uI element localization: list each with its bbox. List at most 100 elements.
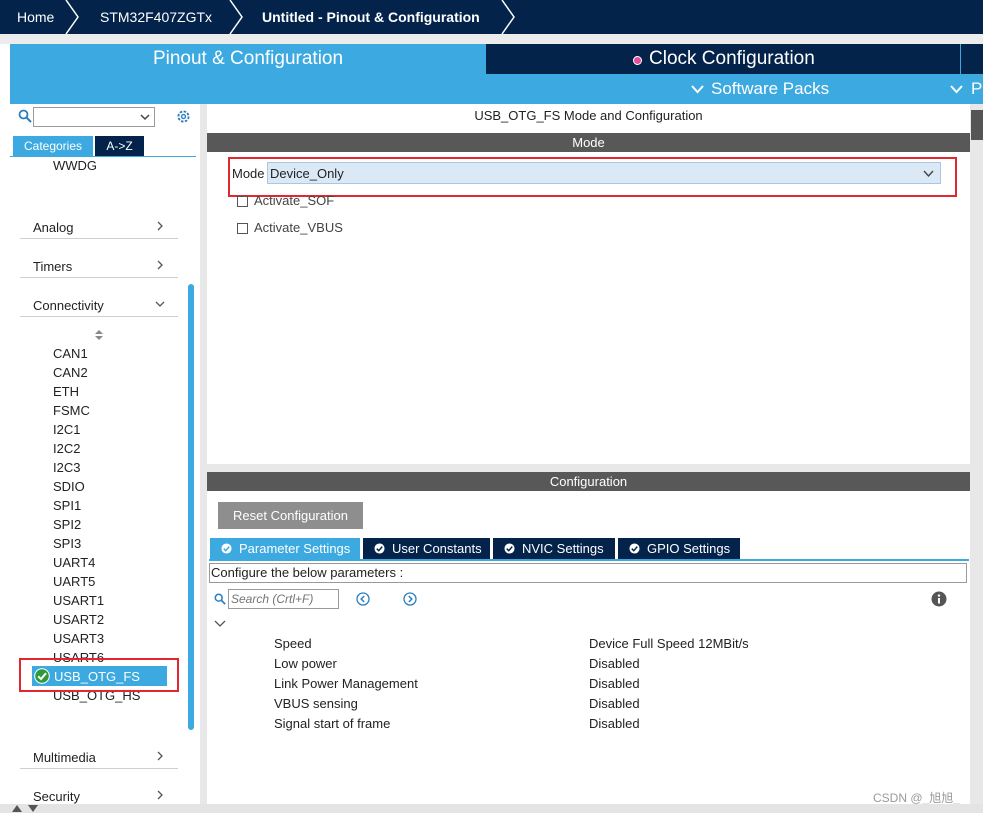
pinout-menu-partial[interactable]: P (971, 74, 982, 104)
highlight-box (19, 658, 179, 692)
category-analog[interactable]: Analog (33, 220, 73, 235)
divider (20, 316, 178, 317)
divider (20, 238, 178, 239)
check-circle-icon (221, 543, 232, 554)
category-timers[interactable]: Timers (33, 259, 72, 274)
breadcrumb-current[interactable]: Untitled - Pinout & Configuration (262, 0, 480, 34)
divider (20, 277, 178, 278)
list-item-wwdg[interactable]: WWDG (53, 156, 97, 175)
tab-gpio-settings[interactable]: GPIO Settings (618, 538, 740, 559)
param-value[interactable]: Disabled (589, 696, 640, 711)
category-connectivity[interactable]: Connectivity (33, 298, 104, 313)
collapse-handle[interactable] (971, 110, 983, 140)
param-name: Low power (274, 656, 337, 671)
tab-user-constants[interactable]: User Constants (363, 538, 490, 559)
activate-vbus-label: Activate_VBUS (254, 220, 343, 235)
list-item[interactable]: ETH (53, 382, 79, 401)
list-item[interactable]: USART3 (53, 629, 104, 648)
next-arrow-icon[interactable] (403, 592, 417, 606)
check-circle-icon (629, 543, 640, 554)
chevron-right-icon (229, 0, 243, 34)
tab-pinout-configuration[interactable]: Pinout & Configuration (10, 44, 486, 74)
activate-sof-label: Activate_SOF (254, 193, 335, 208)
category-security[interactable]: Security (33, 789, 80, 804)
chevron-right-icon (157, 751, 163, 761)
list-item[interactable]: SPI1 (53, 496, 81, 515)
tab-underline (209, 559, 969, 561)
page-title: USB_OTG_FS Mode and Configuration (474, 108, 703, 123)
tab-label: NVIC Settings (522, 541, 604, 556)
previous-arrow-icon[interactable] (356, 592, 370, 606)
bottom-bar (0, 804, 983, 813)
tab-overflow[interactable] (960, 44, 983, 74)
tab-label: User Constants (392, 541, 482, 556)
info-icon[interactable] (931, 591, 947, 607)
status-dot-icon (633, 56, 642, 65)
tab-label: GPIO Settings (647, 541, 731, 556)
category-multimedia[interactable]: Multimedia (33, 750, 96, 765)
list-item[interactable]: USART1 (53, 591, 104, 610)
sort-icon[interactable] (94, 329, 104, 341)
breadcrumb-home[interactable]: Home (17, 0, 54, 34)
chevron-down-icon (950, 85, 963, 94)
list-item[interactable]: SPI3 (53, 534, 81, 553)
gear-icon[interactable] (175, 108, 192, 125)
breadcrumb: Home STM32F407ZGTx Untitled - Pinout & C… (0, 0, 983, 34)
reset-configuration-button[interactable]: Reset Configuration (218, 502, 363, 529)
chevron-down-icon (155, 301, 165, 307)
divider (10, 156, 196, 157)
list-item[interactable]: I2C2 (53, 439, 80, 458)
chevron-down-icon[interactable] (214, 619, 226, 628)
list-item[interactable]: I2C1 (53, 420, 80, 439)
divider (20, 768, 178, 769)
tab-label: Parameter Settings (239, 541, 351, 556)
param-name: VBUS sensing (274, 696, 358, 711)
param-name: Signal start of frame (274, 716, 391, 731)
param-value[interactable]: Disabled (589, 656, 640, 671)
highlight-box (228, 157, 957, 197)
check-circle-icon (504, 543, 515, 554)
list-item[interactable]: UART4 (53, 553, 95, 572)
list-item[interactable]: FSMC (53, 401, 90, 420)
configuration-section-header: Configuration (207, 472, 970, 491)
list-item[interactable]: CAN1 (53, 344, 88, 363)
list-item[interactable]: UART5 (53, 572, 95, 591)
param-name: Speed (274, 636, 312, 651)
param-name: Link Power Management (274, 676, 418, 691)
software-packs-menu[interactable]: Software Packs (711, 74, 829, 104)
triangle-up-icon[interactable] (12, 805, 22, 812)
chevron-right-icon (157, 790, 163, 800)
parameter-search-input[interactable] (228, 589, 339, 609)
list-item[interactable]: SDIO (53, 477, 85, 496)
category-search-combo[interactable] (33, 107, 155, 127)
param-value[interactable]: Disabled (589, 676, 640, 691)
breadcrumb-device[interactable]: STM32F407ZGTx (100, 0, 212, 34)
configure-parameters-label: Configure the below parameters : (209, 563, 967, 583)
chevron-right-icon (157, 260, 163, 270)
search-icon (214, 593, 226, 605)
chevron-right-icon (501, 0, 515, 34)
chevron-right-icon (65, 0, 79, 34)
param-value[interactable]: Disabled (589, 716, 640, 731)
tab-categories[interactable]: Categories (13, 136, 93, 156)
chevron-down-icon (691, 85, 704, 94)
mode-section-header: Mode (207, 133, 970, 152)
activate-vbus-checkbox[interactable] (237, 223, 248, 234)
tab-a-z[interactable]: A->Z (95, 136, 144, 156)
triangle-down-icon[interactable] (28, 805, 38, 812)
tab-clock-label: Clock Configuration (649, 48, 815, 69)
list-item[interactable]: I2C3 (53, 458, 80, 477)
tab-clock-configuration[interactable]: Clock Configuration (486, 44, 960, 74)
tab-parameter-settings[interactable]: Parameter Settings (210, 538, 360, 559)
chevron-right-icon (157, 221, 163, 231)
top-band (0, 34, 983, 44)
list-item[interactable]: USART2 (53, 610, 104, 629)
scrollbar[interactable] (188, 284, 194, 730)
sub-tab-bar: Software Packs P (10, 74, 983, 104)
list-item[interactable]: SPI2 (53, 515, 81, 534)
search-icon[interactable] (18, 109, 32, 123)
list-item[interactable]: CAN2 (53, 363, 88, 382)
tab-nvic-settings[interactable]: NVIC Settings (493, 538, 615, 559)
param-value[interactable]: Device Full Speed 12MBit/s (589, 636, 749, 651)
activate-sof-checkbox[interactable] (237, 196, 248, 207)
